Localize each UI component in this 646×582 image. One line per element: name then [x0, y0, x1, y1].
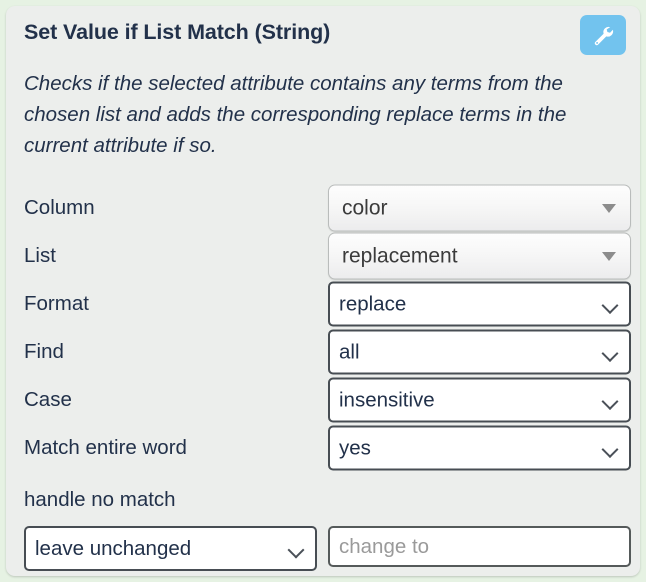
form-row-list: List replacement [6, 232, 640, 280]
label-list: List [24, 244, 56, 267]
list-dropdown[interactable]: replacement [328, 232, 631, 280]
find-select-value: all [339, 340, 360, 363]
triangle-down-icon [602, 203, 616, 213]
settings-form: Column color List replacement Format rep… [6, 184, 640, 472]
no-match-action-select[interactable]: leave unchanged [24, 526, 317, 571]
chevron-down-icon [604, 443, 617, 456]
field-match-entire-word: yes [328, 425, 631, 471]
format-select[interactable]: replace [328, 281, 631, 327]
field-format: replace [328, 281, 631, 327]
case-select[interactable]: insensitive [328, 377, 631, 423]
chevron-down-icon [290, 544, 303, 557]
chevron-down-icon [604, 347, 617, 360]
form-row-match-entire-word: Match entire word yes [6, 424, 640, 472]
field-find: all [328, 329, 631, 375]
wrench-icon [591, 23, 615, 47]
column-dropdown[interactable]: color [328, 184, 631, 232]
change-to-input[interactable]: change to [328, 526, 631, 567]
label-format: Format [24, 292, 89, 315]
list-dropdown-value: replacement [342, 244, 458, 267]
chevron-down-icon [604, 299, 617, 312]
case-select-value: insensitive [339, 388, 435, 411]
field-no-match-action: leave unchanged [24, 526, 317, 571]
label-case: Case [24, 388, 72, 411]
card-header: Set Value if List Match (String) [6, 6, 640, 64]
match-entire-word-select-value: yes [339, 436, 371, 459]
field-column: color [328, 184, 631, 232]
triangle-down-icon [602, 251, 616, 261]
form-row-column: Column color [6, 184, 640, 232]
label-column: Column [24, 196, 95, 219]
wrench-icon-button[interactable] [580, 15, 626, 55]
label-match-entire-word: Match entire word [24, 436, 187, 459]
chevron-down-icon [604, 395, 617, 408]
match-entire-word-select[interactable]: yes [328, 425, 631, 471]
form-row-format: Format replace [6, 280, 640, 328]
label-handle-no-match: handle no match [24, 488, 176, 511]
settings-card: Set Value if List Match (String) Checks … [6, 6, 640, 576]
find-select[interactable]: all [328, 329, 631, 375]
field-list: replacement [328, 232, 631, 280]
column-dropdown-value: color [342, 196, 388, 219]
field-case: insensitive [328, 377, 631, 423]
card-description: Checks if the selected attribute contain… [24, 72, 567, 157]
format-select-value: replace [339, 292, 407, 315]
form-row-find: Find all [6, 328, 640, 376]
change-to-placeholder: change to [339, 534, 430, 558]
handle-no-match-row: leave unchanged change to [6, 526, 640, 572]
label-find: Find [24, 340, 64, 363]
page-title: Set Value if List Match (String) [24, 20, 331, 44]
no-match-action-value: leave unchanged [35, 536, 192, 560]
form-row-case: Case insensitive [6, 376, 640, 424]
